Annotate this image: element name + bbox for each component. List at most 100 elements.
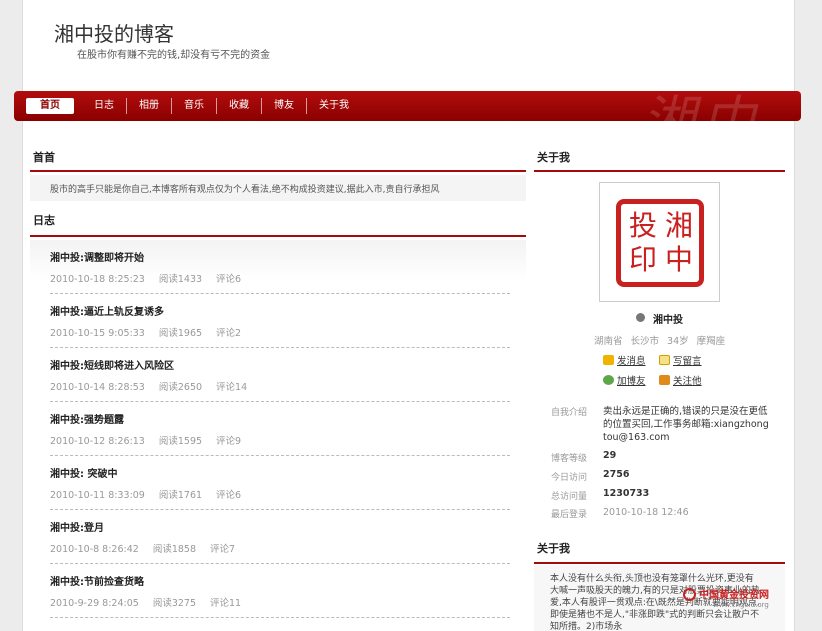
post-date: 2010-10-15 9:05:33 xyxy=(50,328,145,339)
nav-items: 首页 日志 相册 音乐 收藏 博友 关于我 xyxy=(26,98,361,114)
nav-item-music[interactable]: 音乐 xyxy=(172,98,217,114)
home-heading: 首首 xyxy=(33,151,55,164)
list-item: 湘中投:调整即将开始 2010-10-18 8:25:23 阅读1433 评论6 xyxy=(30,240,526,294)
post-date: 2010-9-29 8:24:05 xyxy=(50,598,139,609)
diary-heading-rule xyxy=(30,235,526,237)
post-comments[interactable]: 评论9 xyxy=(216,436,241,447)
post-comments[interactable]: 评论7 xyxy=(210,544,235,555)
profile-zodiac: 摩羯座 xyxy=(696,336,726,347)
blog-notice: 股市的高手只能是你自己,本博客所有观点仅为个人看法,绝不构成投资建议,据此入市,… xyxy=(30,175,526,201)
post-title[interactable]: 湘中投:调整即将开始 xyxy=(50,249,144,264)
send-message-button[interactable]: 发消息 xyxy=(603,353,646,367)
post-date: 2010-10-8 8:26:42 xyxy=(50,544,139,555)
list-item: 湘中投:逼近上轨反复诱多 2010-10-15 9:05:33 阅读1965 评论2 xyxy=(30,294,526,348)
list-item: 湘中投:节前捡查货略 2010-9-29 8:24:05 阅读3275 评论11 xyxy=(30,564,526,618)
post-reads: 阅读1965 xyxy=(158,328,203,339)
about2-heading: 关于我 xyxy=(537,542,570,555)
today-visits-label: 今日访问 xyxy=(551,473,588,483)
add-user-icon xyxy=(603,375,614,385)
nav-item-friends[interactable]: 博友 xyxy=(262,98,307,114)
post-date: 2010-10-12 8:26:13 xyxy=(50,436,145,447)
person-icon xyxy=(636,313,645,322)
nav-item-album[interactable]: 相册 xyxy=(127,98,172,114)
post-meta: 2010-10-8 8:26:42 阅读1858 评论7 xyxy=(50,541,249,555)
post-meta: 2010-10-15 9:05:33 阅读1965 评论2 xyxy=(50,325,255,339)
last-login-value: 2010-10-18 12:46 xyxy=(603,507,689,518)
post-reads: 阅读2650 xyxy=(158,382,203,393)
list-item: 湘中投: 突破中 2010-10-11 8:33:09 阅读1761 评论6 xyxy=(30,456,526,510)
post-reads: 阅读1433 xyxy=(158,274,203,285)
post-title[interactable]: 湘中投:强势题露 xyxy=(50,411,124,426)
nav-item-home[interactable]: 首页 xyxy=(26,98,74,114)
post-comments[interactable]: 评论14 xyxy=(216,382,247,393)
intro-label: 自我介绍 xyxy=(551,408,588,418)
today-visits-value: 2756 xyxy=(603,469,630,480)
profile-name[interactable]: 湘中投 xyxy=(653,311,683,326)
post-meta: 2010-10-11 8:33:09 阅读1761 评论6 xyxy=(50,487,255,501)
send-message-label: 发消息 xyxy=(617,356,646,367)
profile-city: 长沙市 xyxy=(630,336,660,347)
message-icon xyxy=(603,355,614,365)
about2-heading-rule xyxy=(534,562,785,564)
post-title[interactable]: 湘中投: 突破中 xyxy=(50,465,117,480)
diary-heading: 日志 xyxy=(33,214,55,227)
blog-title[interactable]: 湘中投的博客 xyxy=(54,18,174,47)
home-heading-rule xyxy=(30,170,526,172)
list-item: 湘中投:登月 2010-10-8 8:26:42 阅读1858 评论7 xyxy=(30,510,526,564)
post-meta: 2010-10-18 8:25:23 阅读1433 评论6 xyxy=(50,271,255,285)
post-reads: 阅读1858 xyxy=(152,544,196,555)
blog-subtitle: 在股市你有赚不完的钱,却没有亏不完的资金 xyxy=(77,50,271,61)
nav-item-favorites[interactable]: 收藏 xyxy=(217,98,262,114)
avatar[interactable]: 湘 中 投 印 xyxy=(599,182,720,302)
seal-char: 湘 xyxy=(665,209,694,242)
profile-age: 34岁 xyxy=(667,336,689,347)
watermark-logo: 中国黄金投资网 www.cngold.org xyxy=(683,586,769,609)
write-message-button[interactable]: 写留言 xyxy=(659,353,702,367)
seal-char: 投 xyxy=(629,209,658,242)
follow-label: 关注他 xyxy=(673,376,702,387)
write-message-label: 写留言 xyxy=(673,356,702,367)
nav-item-diary[interactable]: 日志 xyxy=(82,98,127,114)
post-title[interactable]: 湘中投:短线即将进入风险区 xyxy=(50,357,174,372)
level-value: 29 xyxy=(603,450,617,461)
post-reads: 阅读1595 xyxy=(158,436,203,447)
main-nav: 湘中 首页 日志 相册 音乐 收藏 博友 关于我 xyxy=(14,91,801,121)
add-friend-label: 加博友 xyxy=(617,376,646,387)
post-reads: 阅读1761 xyxy=(158,490,203,501)
post-title[interactable]: 湘中投:登月 xyxy=(50,519,104,534)
about-heading-rule xyxy=(534,170,785,172)
follow-icon xyxy=(659,375,670,385)
post-comments[interactable]: 评论11 xyxy=(210,598,241,609)
post-comments[interactable]: 评论2 xyxy=(216,328,241,339)
post-date: 2010-10-11 8:33:09 xyxy=(50,490,145,501)
nav-item-about[interactable]: 关于我 xyxy=(307,98,361,114)
post-reads: 阅读3275 xyxy=(152,598,196,609)
total-visits-label: 总访问量 xyxy=(551,492,588,502)
post-meta: 2010-10-14 8:28:53 阅读2650 评论14 xyxy=(50,379,261,393)
watermark-url: www.cngold.org xyxy=(713,601,769,609)
post-meta: 2010-9-29 8:24:05 阅读3275 评论11 xyxy=(50,595,255,609)
post-date: 2010-10-14 8:28:53 xyxy=(50,382,145,393)
post-meta: 2010-10-12 8:26:13 阅读1595 评论9 xyxy=(50,433,255,447)
note-icon xyxy=(659,355,670,365)
post-list: 湘中投:调整即将开始 2010-10-18 8:25:23 阅读1433 评论6 湘… xyxy=(30,240,526,631)
profile-province: 湖南省 xyxy=(594,336,623,347)
nav-decoration: 湘中 xyxy=(641,91,761,121)
seal-stamp: 湘 中 投 印 xyxy=(616,199,704,287)
post-comments[interactable]: 评论6 xyxy=(216,274,241,285)
profile-location: 湖南省 长沙市 34岁 摩羯座 xyxy=(594,333,733,347)
post-date: 2010-10-18 8:25:23 xyxy=(50,274,145,285)
post-title[interactable]: 湘中投:节前捡查货略 xyxy=(50,573,144,588)
post-comments[interactable]: 评论6 xyxy=(216,490,241,501)
add-friend-button[interactable]: 加博友 xyxy=(603,373,646,387)
watermark-icon xyxy=(683,588,696,601)
post-title[interactable]: 湘中投:逼近上轨反复诱多 xyxy=(50,303,164,318)
about-heading: 关于我 xyxy=(537,151,570,164)
seal-char: 印 xyxy=(629,243,658,276)
follow-button[interactable]: 关注他 xyxy=(659,373,702,387)
level-label: 博客等级 xyxy=(551,454,588,464)
seal-char: 中 xyxy=(665,243,694,276)
total-visits-value: 1230733 xyxy=(603,488,650,499)
list-item: 湘中投:强势题露 2010-10-12 8:26:13 阅读1595 评论9 xyxy=(30,402,526,456)
watermark-text: 中国黄金投资网 xyxy=(699,590,769,601)
